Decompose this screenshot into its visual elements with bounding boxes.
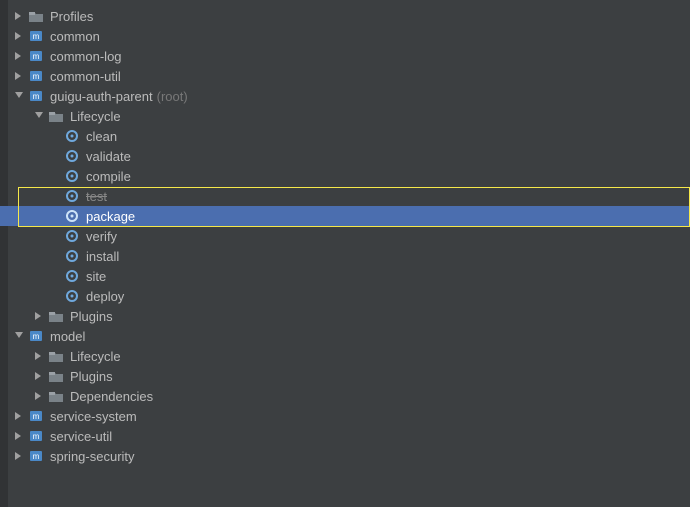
tree-label: Plugins (70, 369, 113, 384)
collapse-arrow-icon[interactable] (34, 351, 44, 361)
collapse-arrow-icon[interactable] (34, 391, 44, 401)
tree-item-service-system[interactable]: m service-system (0, 406, 690, 426)
tree-item-plugins-2[interactable]: Plugins (0, 366, 690, 386)
tree-item-common[interactable]: m common (0, 26, 690, 46)
tree-item-deploy[interactable]: deploy (0, 286, 690, 306)
tree-item-clean[interactable]: clean (0, 126, 690, 146)
gear-icon (64, 288, 80, 304)
gear-icon (64, 248, 80, 264)
tree-label: verify (86, 229, 117, 244)
maven-module-icon: m (28, 68, 44, 84)
tree-label: clean (86, 129, 117, 144)
gear-icon (64, 128, 80, 144)
tree-item-package[interactable]: package (0, 206, 690, 226)
tree-label: compile (86, 169, 131, 184)
tree-label: service-util (50, 429, 112, 444)
maven-module-icon: m (28, 408, 44, 424)
tree-item-dependencies[interactable]: Dependencies (0, 386, 690, 406)
gear-icon (64, 228, 80, 244)
gear-icon (64, 188, 80, 204)
tree-label: model (50, 329, 85, 344)
folder-icon (48, 368, 64, 384)
svg-text:m: m (33, 332, 40, 341)
tree-label: guigu-auth-parent (50, 89, 153, 104)
maven-tree: Profiles m common m common-log m (0, 0, 690, 466)
tree-item-profiles[interactable]: Profiles (0, 6, 690, 26)
svg-text:m: m (33, 452, 40, 461)
gear-icon (64, 208, 80, 224)
collapse-arrow-icon[interactable] (14, 451, 24, 461)
folder-icon (48, 108, 64, 124)
tree-item-install[interactable]: install (0, 246, 690, 266)
maven-module-icon: m (28, 28, 44, 44)
expand-arrow-icon[interactable] (14, 331, 24, 341)
svg-text:m: m (33, 92, 40, 101)
tree-item-validate[interactable]: validate (0, 146, 690, 166)
tree-item-model[interactable]: m model (0, 326, 690, 346)
svg-text:m: m (33, 72, 40, 81)
tree-label: common (50, 29, 100, 44)
folder-icon (48, 308, 64, 324)
gear-icon (64, 268, 80, 284)
tree-label: spring-security (50, 449, 135, 464)
tree-label: install (86, 249, 119, 264)
tree-item-lifecycle-2[interactable]: Lifecycle (0, 346, 690, 366)
tree-item-compile[interactable]: compile (0, 166, 690, 186)
collapse-arrow-icon[interactable] (14, 11, 24, 21)
maven-module-icon: m (28, 48, 44, 64)
maven-module-icon: m (28, 448, 44, 464)
collapse-arrow-icon[interactable] (14, 51, 24, 61)
folder-icon (48, 388, 64, 404)
collapse-arrow-icon[interactable] (14, 71, 24, 81)
tree-item-common-log[interactable]: m common-log (0, 46, 690, 66)
tree-item-verify[interactable]: verify (0, 226, 690, 246)
tree-item-guigu-auth-parent[interactable]: m guigu-auth-parent (root) (0, 86, 690, 106)
tree-label: test (86, 189, 107, 204)
gear-icon (64, 148, 80, 164)
maven-module-icon: m (28, 328, 44, 344)
folder-icon (48, 348, 64, 364)
maven-module-icon: m (28, 428, 44, 444)
tree-item-site[interactable]: site (0, 266, 690, 286)
tree-label: validate (86, 149, 131, 164)
tree-label: Lifecycle (70, 349, 121, 364)
tree-label: package (86, 209, 135, 224)
expand-arrow-icon[interactable] (14, 91, 24, 101)
tree-label: Lifecycle (70, 109, 121, 124)
collapse-arrow-icon[interactable] (34, 311, 44, 321)
gear-icon (64, 168, 80, 184)
maven-module-icon: m (28, 88, 44, 104)
tree-label: service-system (50, 409, 137, 424)
tree-label: deploy (86, 289, 124, 304)
tree-item-service-util[interactable]: m service-util (0, 426, 690, 446)
tree-item-lifecycle[interactable]: Lifecycle (0, 106, 690, 126)
svg-text:m: m (33, 52, 40, 61)
collapse-arrow-icon[interactable] (14, 411, 24, 421)
tree-item-plugins[interactable]: Plugins (0, 306, 690, 326)
tree-label: common-log (50, 49, 122, 64)
svg-text:m: m (33, 412, 40, 421)
tree-item-spring-security[interactable]: m spring-security (0, 446, 690, 466)
collapse-arrow-icon[interactable] (34, 371, 44, 381)
tree-item-common-util[interactable]: m common-util (0, 66, 690, 86)
svg-text:m: m (33, 32, 40, 41)
collapse-arrow-icon[interactable] (14, 431, 24, 441)
tree-label: site (86, 269, 106, 284)
expand-arrow-icon[interactable] (34, 111, 44, 121)
tree-suffix: (root) (157, 89, 188, 104)
tree-label: Dependencies (70, 389, 153, 404)
collapse-arrow-icon[interactable] (14, 31, 24, 41)
tree-label: Plugins (70, 309, 113, 324)
tree-label: Profiles (50, 9, 93, 24)
tree-label: common-util (50, 69, 121, 84)
svg-text:m: m (33, 432, 40, 441)
folder-icon (28, 8, 44, 24)
tree-item-test[interactable]: test (0, 186, 690, 206)
